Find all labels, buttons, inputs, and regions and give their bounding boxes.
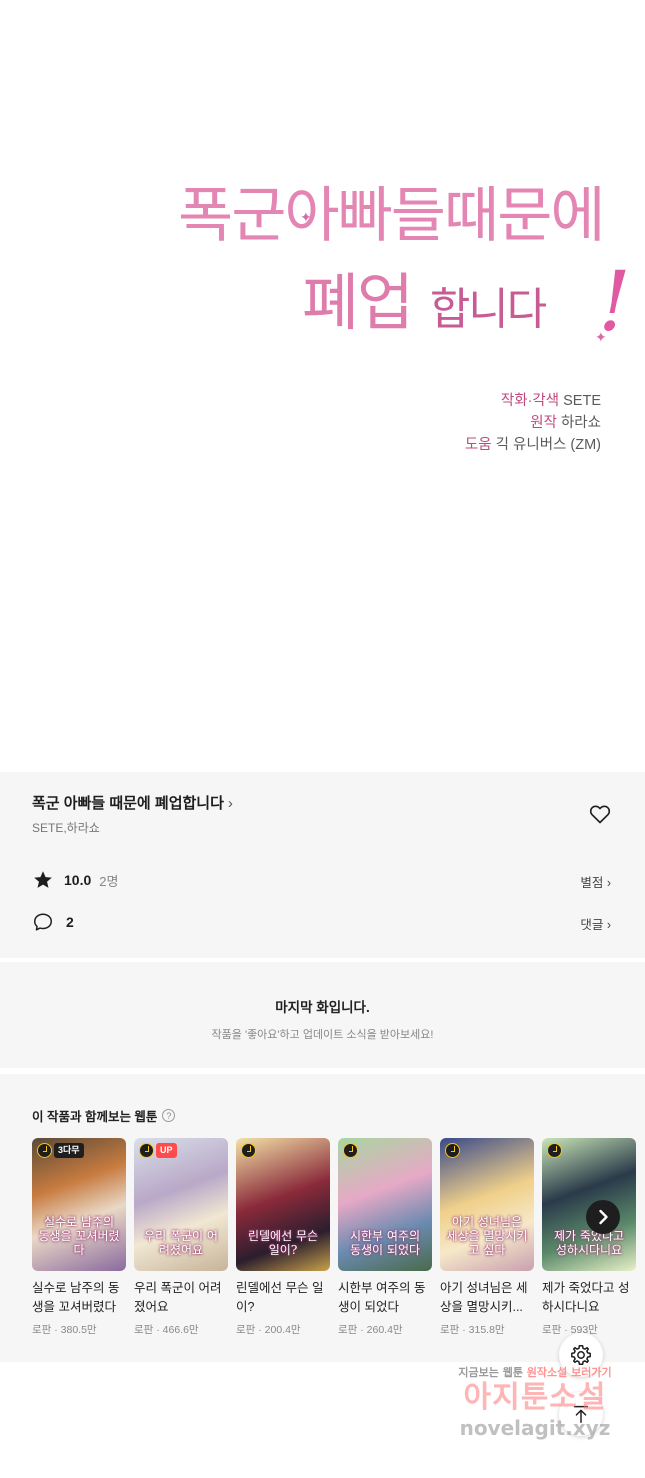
logo-line-2: 폐업 합니다 <box>302 272 547 335</box>
credit-line: 작화·각색 SETE <box>500 393 601 409</box>
recommendation-meta: 로판 · 260.4만 <box>338 1324 403 1336</box>
clock-icon <box>139 1143 154 1158</box>
arrow-up-icon <box>573 1405 589 1423</box>
recommendation-meta: 로판 · 380.5만 <box>32 1324 97 1336</box>
recommendations-section: 이 작품과 함께보는 웹툰 ? 3다무 실수로 남주의 동생을 꼬셔버렸다 실수로 … <box>0 1074 645 1362</box>
logo-line-1: 폭군아빠들때문에 <box>178 181 606 251</box>
recommendation-card[interactable]: 3다무 실수로 남주의 동생을 꼬셔버렸다 실수로 남주의 동생을 꼬셔버렸다 로판 … <box>32 1138 126 1337</box>
last-episode-subtext: 작품을 '좋아요'하고 업데이트 소식을 받아보세요! <box>211 1029 434 1041</box>
recommendation-meta: 로판 · 200.4만 <box>236 1324 301 1336</box>
recommendation-meta: 로판 · 315.8만 <box>440 1324 505 1336</box>
comment-count: 2 <box>66 914 74 930</box>
recommendations-carousel: 3다무 실수로 남주의 동생을 꼬셔버렸다 실수로 남주의 동생을 꼬셔버렸다 로판 … <box>32 1138 636 1337</box>
recommendation-title: 실수로 남주의 동생을 꼬셔버렸다 <box>32 1281 120 1314</box>
credit-line: 도움 긱 유니버스 (ZM) <box>464 437 601 453</box>
thumbnail-title-art: 린델에선 무슨 일이? <box>247 1229 319 1257</box>
thumbnail-title-art: 시한부 여주의 동생이 되었다 <box>349 1229 421 1257</box>
recommendations-heading: 이 작품과 함께보는 웹툰 ? <box>32 1106 176 1125</box>
chevron-right-icon: › <box>227 795 233 812</box>
series-title-link[interactable]: 폭군 아빠들 때문에 폐업합니다 › <box>32 792 233 813</box>
logo-line-2-small: 합니다 <box>429 284 547 335</box>
chevron-right-icon <box>599 1209 608 1225</box>
viewer-settings-button[interactable] <box>559 1333 603 1377</box>
comment-row[interactable]: 2 <box>32 911 74 933</box>
recommendation-card[interactable]: UP 우리 폭군이 어려졌어요 우리 폭군이 어려졌어요 로판 · 466.6만 <box>134 1138 228 1337</box>
series-authors: SETE,하라쇼 <box>32 821 100 835</box>
recommendation-thumbnail: 3다무실수로 남주의 동생을 꼬셔버렸다 <box>32 1138 126 1271</box>
credits: 작화·각색 SETE 원작 하라쇼 도움 긱 유니버스 (ZM) <box>465 390 601 456</box>
thumbnail-title-art: 실수로 남주의 동생을 꼬셔버렸다 <box>38 1215 120 1257</box>
series-logo: 폭군아빠들때문에 폐업 합니다 ! ✦ ✦ <box>170 180 640 370</box>
sparkle-icon: ✦ <box>595 330 607 346</box>
credit-line: 원작 하라쇼 <box>530 415 601 431</box>
rating-value: 10.0 <box>64 872 92 888</box>
rating-count: 2명 <box>99 873 119 889</box>
recommendation-meta: 로판 · 466.6만 <box>134 1324 199 1336</box>
comment-bubble-icon <box>34 913 52 931</box>
recommendation-card[interactable]: 제가 죽었다고 성하시다니요 제가 죽었다고 성하시다니요 로판 · 593만 <box>542 1138 636 1337</box>
series-info-panel: 폭군 아빠들 때문에 폐업합니다 › SETE,하라쇼 10.0 2명 별점 › … <box>0 772 645 958</box>
recommendation-card[interactable]: 아기 성녀님은 세상을 멸망시키고 싶다아기 성녀님은 세상을 멸망시키... 로… <box>440 1138 534 1337</box>
recommendation-thumbnail: 시한부 여주의 동생이 되었다 <box>338 1138 432 1271</box>
status-badge: UP <box>156 1143 177 1158</box>
last-episode-notice: 마지막 화입니다. 작품을 '좋아요'하고 업데이트 소식을 받아보세요! <box>0 962 645 1068</box>
logo-line-2-big: 폐업 <box>302 266 414 339</box>
recommendation-title: 제가 죽었다고 성하시다니요 <box>542 1281 630 1314</box>
thumbnail-title-art: 우리 폭군이 어려졌어요 <box>144 1229 218 1257</box>
help-icon[interactable]: ? <box>162 1109 176 1122</box>
thumbnail-title-art: 아기 성녀님은 세상을 멸망시키고 싶다 <box>446 1215 528 1257</box>
clock-icon <box>445 1143 460 1158</box>
clock-icon <box>241 1143 256 1158</box>
rate-button[interactable]: 별점 › <box>580 872 611 891</box>
watermark-line-1: 지금보는 웹툰 원작소설 보러가기 <box>458 1366 612 1379</box>
series-title: 폭군 아빠들 때문에 폐업합니다 <box>32 795 224 812</box>
recommendation-thumbnail: UP 우리 폭군이 어려졌어요 <box>134 1138 228 1271</box>
clock-icon <box>547 1143 562 1158</box>
sparkle-icon: ✦ <box>300 210 312 226</box>
recommendation-card[interactable]: 시한부 여주의 동생이 되었다 시한부 여주의 동생이 되었다 로판 · 260.4… <box>338 1138 432 1337</box>
recommendation-thumbnail: 아기 성녀님은 세상을 멸망시키고 싶다 <box>440 1138 534 1271</box>
clock-icon <box>343 1143 358 1158</box>
recommendation-title: 우리 폭군이 어려졌어요 <box>134 1281 222 1314</box>
status-badge: 3다무 <box>54 1143 84 1158</box>
recommendation-title: 아기 성녀님은 세상을 멸망시키... <box>440 1281 528 1314</box>
scroll-to-top-button[interactable] <box>559 1392 603 1436</box>
rating-row: 10.0 2명 <box>32 869 118 891</box>
gear-icon <box>571 1345 591 1365</box>
carousel-next-button[interactable] <box>586 1200 620 1234</box>
clock-icon <box>37 1143 52 1158</box>
last-episode-heading: 마지막 화입니다. <box>275 1000 370 1015</box>
recommendation-title: 시한부 여주의 동생이 되었다 <box>338 1281 426 1314</box>
like-heart-button[interactable] <box>588 802 612 826</box>
recommendation-card[interactable]: 린델에선 무슨 일이? 린델에선 무슨 일이? 로판 · 200.4만 <box>236 1138 330 1337</box>
recommendation-title: 린델에선 무슨 일이? <box>236 1281 324 1314</box>
comments-button[interactable]: 댓글 › <box>580 914 611 933</box>
heart-icon <box>589 805 611 824</box>
episode-cover-art: 폭군아빠들때문에 폐업 합니다 ! ✦ ✦ 작화·각색 SETE 원작 하라쇼 … <box>0 0 645 772</box>
star-icon <box>34 871 52 888</box>
recommendation-thumbnail: 린델에선 무슨 일이? <box>236 1138 330 1271</box>
